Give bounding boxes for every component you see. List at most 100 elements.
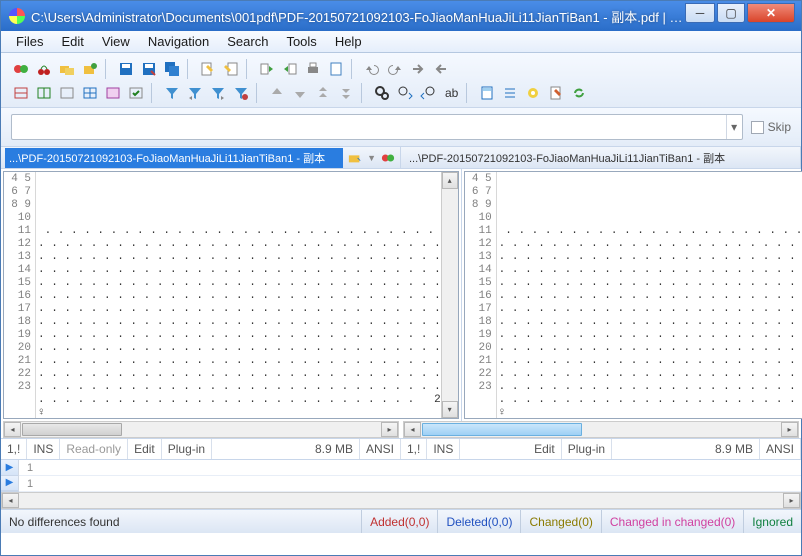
left-pane-tab[interactable]: ...\PDF-20150721092103-FoJiaoManHuaJiLi1… <box>1 147 401 168</box>
folder-add-icon[interactable] <box>80 59 100 79</box>
undo-icon[interactable] <box>362 59 382 79</box>
edit-cell[interactable]: Edit <box>528 439 562 459</box>
redo-icon[interactable] <box>385 59 405 79</box>
readonly-cell: Read-only <box>60 439 128 459</box>
find-next-icon[interactable] <box>395 83 415 103</box>
filter-input[interactable]: ▾ <box>11 114 743 140</box>
right-hscroll[interactable]: ◂▸ <box>403 421 799 438</box>
left-content[interactable]: . . . . . . . . . . . . . . . . . . . . … <box>36 172 441 418</box>
titlebar: C:\Users\Administrator\Documents\001pdf\… <box>1 1 801 31</box>
folder-pair-icon[interactable] <box>57 59 77 79</box>
copy-right-icon[interactable] <box>280 59 300 79</box>
left-vscroll[interactable]: ▴▾ <box>441 172 458 418</box>
view-single-icon[interactable] <box>57 83 77 103</box>
view-split-v-icon[interactable] <box>34 83 54 103</box>
edit-note-icon[interactable] <box>546 83 566 103</box>
bottom-hscroll[interactable]: ◂▸ <box>1 492 801 509</box>
save-all-icon[interactable] <box>162 59 182 79</box>
page-icon[interactable] <box>326 59 346 79</box>
view-split-h-icon[interactable] <box>11 83 31 103</box>
nav-up-icon[interactable] <box>267 83 287 103</box>
pane-tabs: ...\PDF-20150721092103-FoJiaoManHuaJiLi1… <box>1 147 801 169</box>
plugin-cell[interactable]: Plug-in <box>162 439 212 459</box>
minimize-button[interactable]: ─ <box>685 3 715 23</box>
left-gutter: 4 5 6 7 8 9 10 11 12 13 14 15 16 17 18 1… <box>4 172 36 418</box>
diff-row[interactable]: 1 <box>19 460 801 476</box>
right-tab-label: ...\PDF-20150721092103-FoJiaoManHuaJiLi1… <box>405 148 796 168</box>
pos-cell: 1,! <box>1 439 27 459</box>
copy-left-icon[interactable] <box>257 59 277 79</box>
plugin-cell[interactable]: Plug-in <box>562 439 612 459</box>
filter-dropdown-icon[interactable]: ▾ <box>726 115 742 139</box>
edit-right-icon[interactable] <box>221 59 241 79</box>
folder-open-icon[interactable] <box>347 150 363 166</box>
maximize-button[interactable]: ▢ <box>717 3 745 23</box>
svg-text:ab: ab <box>445 86 459 100</box>
diff-row[interactable]: 1 <box>19 476 801 492</box>
pane-statusbars: 1,! INS Read-only Edit Plug-in 8.9 MB AN… <box>1 438 801 460</box>
menu-search[interactable]: Search <box>218 31 277 52</box>
enc-cell: ANSI <box>360 439 401 459</box>
compare-small-icon[interactable] <box>380 150 396 166</box>
left-tab-label: ...\PDF-20150721092103-FoJiaoManHuaJiLi1… <box>5 148 343 168</box>
save-icon[interactable] <box>116 59 136 79</box>
menu-navigation[interactable]: Navigation <box>139 31 218 52</box>
menu-tools[interactable]: Tools <box>277 31 325 52</box>
find-icon[interactable] <box>372 83 392 103</box>
diff-next-icon[interactable]: ▶ <box>1 460 18 476</box>
filter-icon[interactable] <box>162 83 182 103</box>
sync-icon[interactable] <box>569 83 589 103</box>
edit-cell[interactable]: Edit <box>128 439 162 459</box>
close-button[interactable]: ✕ <box>747 3 795 23</box>
compare-icon[interactable] <box>11 59 31 79</box>
ins-cell: INS <box>427 439 460 459</box>
right-pane-tab[interactable]: ...\PDF-20150721092103-FoJiaoManHuaJiLi1… <box>401 147 801 168</box>
menu-help[interactable]: Help <box>326 31 371 52</box>
app-icon <box>9 8 25 24</box>
ins-cell: INS <box>27 439 60 459</box>
replace-icon[interactable]: ab <box>441 83 461 103</box>
nav-up-fast-icon[interactable] <box>313 83 333 103</box>
arrow-right-icon[interactable] <box>408 59 428 79</box>
filter-right-icon[interactable] <box>208 83 228 103</box>
calc-icon[interactable] <box>477 83 497 103</box>
edit-left-icon[interactable] <box>198 59 218 79</box>
list-icon[interactable] <box>500 83 520 103</box>
pos-cell: 1,! <box>401 439 427 459</box>
enc-cell: ANSI <box>760 439 801 459</box>
print-icon[interactable] <box>303 59 323 79</box>
diff-nav: ▶ ▶ 1 1 <box>1 460 801 492</box>
status-deleted: Deleted(0,0) <box>437 510 520 533</box>
window-buttons: ─ ▢ ✕ <box>685 3 801 23</box>
right-pane: 4 5 6 7 8 9 10 11 12 13 14 15 16 17 18 1… <box>462 169 802 421</box>
menu-files[interactable]: Files <box>7 31 52 52</box>
nav-down-icon[interactable] <box>290 83 310 103</box>
dropdown-icon[interactable]: ▼ <box>367 153 376 163</box>
right-content[interactable]: . . . . . . . . . . . . . . . . . . . . … <box>497 172 802 418</box>
checkbox-icon <box>751 121 764 134</box>
settings-icon[interactable] <box>523 83 543 103</box>
left-pane: 4 5 6 7 8 9 10 11 12 13 14 15 16 17 18 1… <box>1 169 462 421</box>
save-as-icon[interactable] <box>139 59 159 79</box>
diff-prev-icon[interactable]: ▶ <box>1 476 18 492</box>
toolbar: ab <box>1 53 801 108</box>
nav-down-fast-icon[interactable] <box>336 83 356 103</box>
left-hscroll[interactable]: ◂▸ <box>3 421 399 438</box>
view-grid-icon[interactable] <box>80 83 100 103</box>
menu-edit[interactable]: Edit <box>52 31 92 52</box>
window-title: C:\Users\Administrator\Documents\001pdf\… <box>31 7 685 26</box>
status-message: No differences found <box>1 515 361 529</box>
cherries-icon[interactable] <box>34 59 54 79</box>
view-hex-icon[interactable] <box>103 83 123 103</box>
filter-clear-icon[interactable] <box>231 83 251 103</box>
arrow-left-icon[interactable] <box>431 59 451 79</box>
menu-view[interactable]: View <box>93 31 139 52</box>
skip-checkbox[interactable]: Skip <box>751 120 791 134</box>
filter-bar: ▾ Skip <box>1 108 801 147</box>
filter-left-icon[interactable] <box>185 83 205 103</box>
statusbar: No differences found Added(0,0) Deleted(… <box>1 509 801 533</box>
status-ignored: Ignored <box>743 510 801 533</box>
view-check-icon[interactable] <box>126 83 146 103</box>
size-cell: 8.9 MB <box>612 439 760 459</box>
find-prev-icon[interactable] <box>418 83 438 103</box>
